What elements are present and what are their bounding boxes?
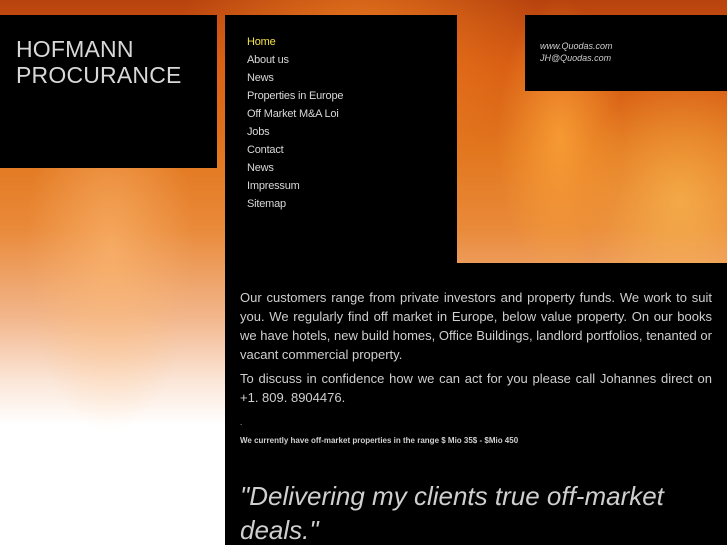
brand-line-2: PROCURANCE <box>16 62 182 88</box>
separator-dot: . <box>240 418 243 427</box>
nav-item-off-market[interactable]: Off Market M&A Loi <box>247 105 343 123</box>
range-note: We currently have off-market properties … <box>240 436 519 445</box>
nav-item-news[interactable]: News <box>247 69 343 87</box>
website-link[interactable]: www.Quodas.com <box>540 41 613 51</box>
brand-line-1: HOFMANN <box>16 36 134 62</box>
content-panel: Our customers range from private investo… <box>225 263 727 545</box>
nav-item-about-us[interactable]: About us <box>247 51 343 69</box>
nav-item-home[interactable]: Home <box>247 33 343 51</box>
tagline-quote: "Delivering my clients true off-market d… <box>240 481 664 545</box>
nav-item-jobs[interactable]: Jobs <box>247 123 343 141</box>
main-nav: Home About us News Properties in Europe … <box>247 33 343 213</box>
nav-item-contact[interactable]: Contact <box>247 141 343 159</box>
contact-panel: www.Quodas.com JH@Quodas.com <box>525 15 727 91</box>
nav-item-news-2[interactable]: News <box>247 159 343 177</box>
email-link[interactable]: JH@Quodas.com <box>540 53 611 63</box>
intro-paragraph: Our customers range from private investo… <box>240 290 712 362</box>
nav-item-sitemap[interactable]: Sitemap <box>247 195 343 213</box>
nav-item-properties-in-europe[interactable]: Properties in Europe <box>247 87 343 105</box>
logo-panel: HOFMANN PROCURANCE <box>0 15 217 168</box>
site-logo[interactable]: HOFMANN PROCURANCE <box>16 36 182 88</box>
call-paragraph: To discuss in confidence how we can act … <box>240 371 712 405</box>
nav-item-impressum[interactable]: Impressum <box>247 177 343 195</box>
navigation-panel: Home About us News Properties in Europe … <box>225 15 457 265</box>
